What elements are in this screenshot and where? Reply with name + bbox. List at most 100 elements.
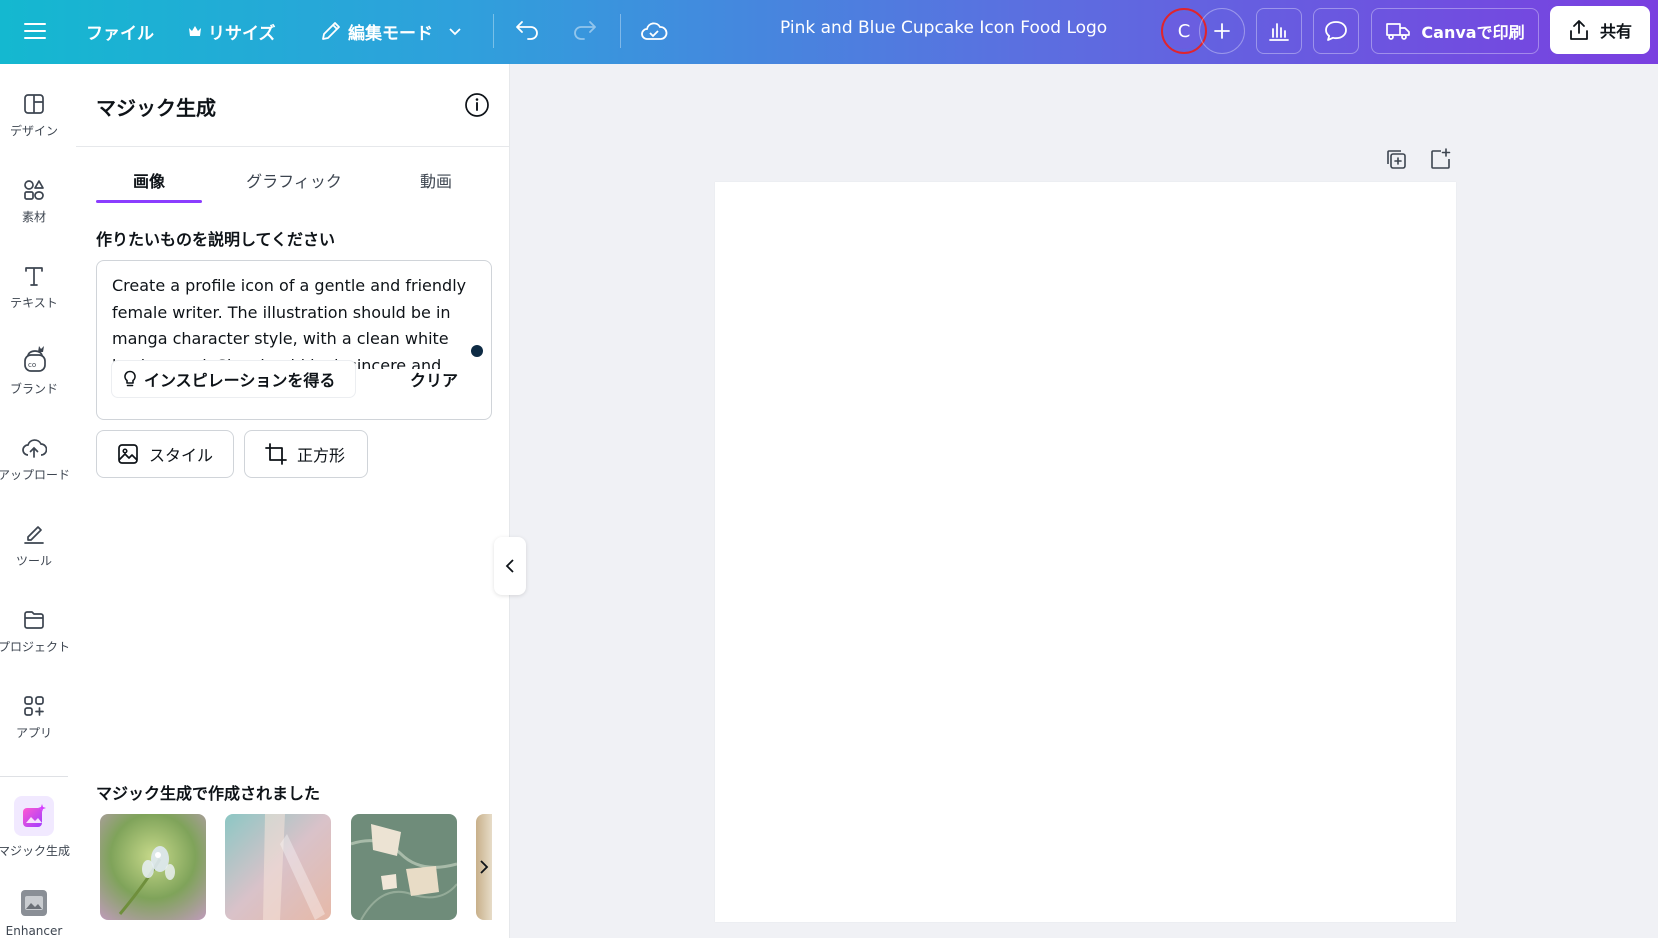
magic-media-tile — [14, 796, 54, 836]
rail-label: 素材 — [21, 210, 46, 224]
cursor-dot — [471, 345, 483, 357]
cloud-save-button[interactable] — [640, 14, 668, 48]
rail-item-magic-media[interactable]: マジック生成 — [0, 796, 71, 859]
menu-button[interactable] — [20, 16, 50, 46]
collapse-panel-button[interactable] — [494, 537, 526, 595]
tab-image[interactable]: 画像 — [96, 168, 202, 192]
chevron-down-icon — [449, 28, 461, 36]
style-button[interactable]: スタイル — [96, 430, 234, 478]
rail-item-apps[interactable]: アプリ — [0, 694, 68, 741]
top-toolbar: ファイル リサイズ 編集モード Pink and Blue Cupcake Ic… — [0, 0, 1658, 64]
prompt-input-box[interactable]: Create a profile icon of a gentle and fr… — [96, 260, 492, 420]
resize-button[interactable]: リサイズ — [188, 14, 276, 48]
rail-label: ツール — [15, 554, 52, 568]
sample-thumbnail[interactable] — [351, 814, 457, 920]
glass-prism-image — [225, 814, 331, 920]
comments-button[interactable] — [1313, 8, 1359, 54]
crown-icon — [189, 26, 201, 36]
rail-label: ブランド — [9, 382, 58, 396]
share-label: 共有 — [1599, 22, 1632, 41]
sample-thumbnail[interactable] — [225, 814, 331, 920]
edit-mode-dropdown[interactable]: 編集モード — [320, 14, 463, 48]
print-with-canva-button[interactable]: Canvaで印刷 — [1371, 8, 1539, 54]
chevron-right-icon — [480, 860, 489, 874]
comment-icon — [1325, 21, 1347, 41]
style-label: スタイル — [149, 446, 214, 465]
aspect-ratio-button[interactable]: 正方形 — [244, 430, 368, 478]
redo-icon — [574, 21, 596, 40]
sample-thumbnail[interactable] — [100, 814, 206, 920]
elements-icon — [24, 180, 44, 200]
tab-video[interactable]: 動画 — [396, 168, 476, 192]
image-style-icon — [118, 444, 138, 464]
rail-item-text[interactable]: テキスト — [0, 264, 68, 311]
clear-button[interactable]: クリア — [410, 367, 458, 391]
print-label: Canvaで印刷 — [1421, 23, 1525, 42]
share-button[interactable]: 共有 — [1550, 6, 1650, 54]
side-rail: デザイン 素材 テキスト co ブランド アップロード ツール プロジェクト ア… — [0, 64, 76, 938]
resize-label: リサイズ — [208, 23, 276, 44]
edit-mode-label: 編集モード — [348, 23, 433, 44]
prompt-label: 作りたいものを説明してください — [96, 230, 336, 249]
thumbnails-next-button[interactable] — [476, 814, 492, 920]
rail-item-uploads[interactable]: アップロード — [0, 436, 70, 483]
avatar-letter: C — [1166, 13, 1202, 49]
inspiration-label: インスピレーションを得る — [144, 371, 336, 390]
rail-label: テキスト — [10, 296, 58, 310]
truck-icon — [1386, 23, 1411, 40]
aspect-label: 正方形 — [297, 446, 346, 465]
rail-label: Enhancer — [5, 924, 63, 938]
insights-button[interactable] — [1256, 8, 1302, 54]
add-page-button[interactable] — [1428, 148, 1452, 172]
undo-button[interactable] — [514, 14, 542, 48]
rail-label: マジック生成 — [0, 844, 71, 858]
created-with-magic-label: マジック生成で作成されました — [96, 784, 321, 803]
toolbar-divider — [493, 14, 494, 48]
rail-item-projects[interactable]: プロジェクト — [0, 608, 71, 655]
duplicate-icon — [1387, 150, 1406, 169]
magic-media-icon — [23, 804, 46, 827]
rail-label: アプリ — [15, 726, 52, 740]
tab-graphic[interactable]: グラフィック — [224, 168, 364, 192]
toolbar-divider — [620, 14, 621, 48]
file-menu[interactable]: ファイル — [86, 14, 154, 48]
enhancer-icon — [21, 890, 47, 916]
design-icon — [24, 94, 44, 114]
hamburger-icon — [24, 23, 46, 39]
rail-item-tools[interactable]: ツール — [0, 522, 68, 569]
crop-icon — [265, 443, 287, 465]
rail-item-enhancer[interactable]: Enhancer — [0, 888, 68, 938]
share-upload-icon — [1570, 20, 1588, 40]
chevron-left-icon — [505, 559, 514, 573]
redo-button[interactable] — [570, 14, 598, 48]
lightbulb-icon — [124, 370, 136, 387]
undo-icon — [516, 21, 538, 40]
duplicate-page-button[interactable] — [1384, 148, 1408, 172]
get-inspiration-button[interactable]: インスピレーションを得る — [112, 361, 355, 397]
document-title[interactable]: Pink and Blue Cupcake Icon Food Logo — [780, 18, 1107, 38]
apps-icon — [24, 696, 44, 716]
brand-icon: co — [24, 346, 46, 372]
text-icon — [25, 267, 43, 286]
svg-text:co: co — [28, 361, 36, 369]
rail-label: プロジェクト — [0, 640, 71, 654]
plus-icon — [1214, 23, 1230, 39]
info-icon — [465, 93, 489, 117]
add-collaborator-button[interactable] — [1199, 8, 1245, 54]
rail-item-brand[interactable]: co ブランド — [0, 344, 68, 397]
add-page-icon — [1431, 148, 1451, 169]
bar-chart-icon — [1269, 23, 1289, 41]
upload-icon — [22, 439, 47, 458]
info-button[interactable] — [464, 92, 490, 118]
tools-icon — [24, 526, 44, 544]
cloud-check-icon — [641, 22, 668, 40]
water-droplet-flower-image — [100, 814, 206, 920]
rail-item-elements[interactable]: 素材 — [0, 178, 68, 225]
rail-item-design[interactable]: デザイン — [0, 92, 68, 139]
magic-media-panel: マジック生成 画像 グラフィック 動画 作りたいものを説明してください Crea… — [76, 64, 510, 938]
file-menu-label: ファイル — [86, 23, 154, 44]
prompt-textarea[interactable]: Create a profile icon of a gentle and fr… — [112, 273, 472, 369]
active-tab-indicator — [96, 200, 202, 203]
rail-label: デザイン — [9, 124, 58, 138]
design-canvas-page[interactable] — [715, 182, 1456, 922]
